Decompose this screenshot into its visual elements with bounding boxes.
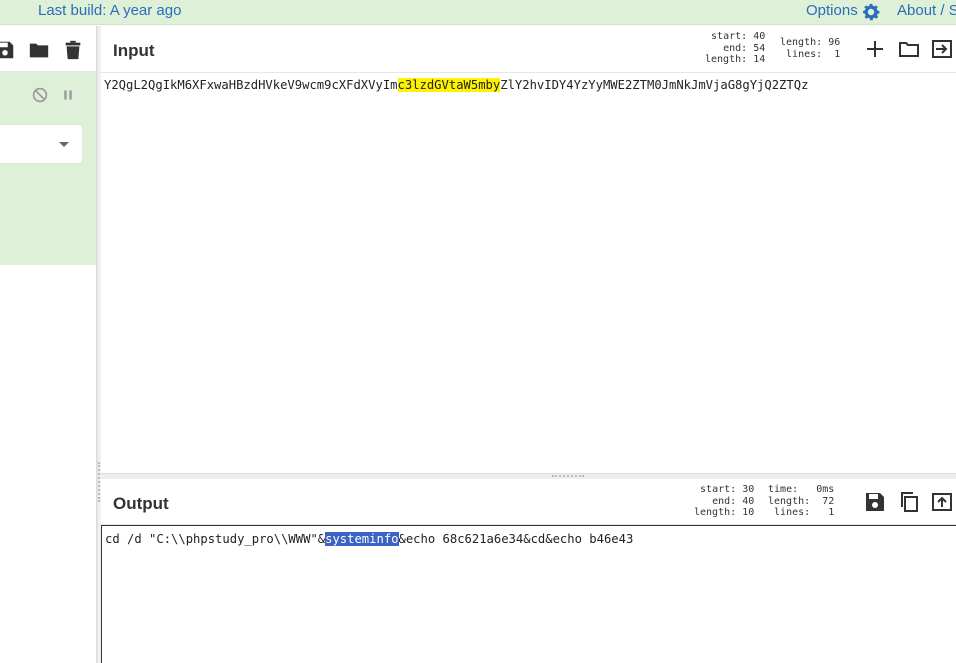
pause-icon[interactable] <box>59 86 77 104</box>
replace-input-icon[interactable] <box>930 490 954 514</box>
output-header: Output start: 30 end: 40 length: 10 time… <box>101 479 956 525</box>
input-title: Input <box>113 41 155 60</box>
output-highlight: systeminfo <box>325 532 399 546</box>
splitter-grip <box>552 475 584 478</box>
output-selection-stats: start: 30 end: 40 length: 10 <box>694 484 755 518</box>
input-switch-icon[interactable] <box>930 37 954 61</box>
output-title: Output <box>113 494 169 513</box>
save-icon[interactable] <box>863 490 887 514</box>
recipe-pane <box>0 26 97 663</box>
plus-icon[interactable] <box>863 37 887 61</box>
last-build-link[interactable]: Last build: A year ago <box>38 2 181 19</box>
open-folder-icon[interactable] <box>897 37 921 61</box>
gear-icon[interactable] <box>860 1 882 23</box>
save-icon[interactable] <box>0 39 16 61</box>
output-text-area[interactable]: cd /d "C:\\phpstudy_pro\\WWW"&systeminfo… <box>101 525 956 663</box>
output-pane: Output start: 30 end: 40 length: 10 time… <box>101 479 956 663</box>
output-text: cd /d "C:\\phpstudy_pro\\WWW"&systeminfo… <box>105 532 634 546</box>
recipe-toolbar <box>0 26 96 72</box>
folder-icon[interactable] <box>28 39 50 61</box>
operation-dropdown[interactable] <box>0 124 83 164</box>
chevron-down-icon <box>59 142 69 147</box>
top-banner: Last build: A year ago Options About / S <box>0 0 956 25</box>
input-text-area[interactable]: Y2QgL2QgIkM6XFxwaHBzdHVkeV9wcm9cXFdXVyIm… <box>104 78 808 92</box>
copy-icon[interactable] <box>897 490 921 514</box>
options-link[interactable]: Options <box>806 2 858 19</box>
output-text-stats: time: 0ms length: 72 lines: 1 <box>768 484 835 518</box>
input-text-stats: length: 96 lines: 1 <box>780 37 841 60</box>
about-link[interactable]: About / S <box>897 2 956 19</box>
trash-icon[interactable] <box>62 39 84 61</box>
input-header: Input start: 40 end: 54 length: 14 lengt… <box>101 26 956 73</box>
input-highlight: c3lzdGVtaW5mby <box>397 78 501 92</box>
operation-block <box>0 72 96 265</box>
input-pane: Input start: 40 end: 54 length: 14 lengt… <box>101 26 956 473</box>
splitter-grip <box>98 462 100 502</box>
disable-icon[interactable] <box>31 86 49 104</box>
input-selection-stats: start: 40 end: 54 length: 14 <box>705 31 766 65</box>
